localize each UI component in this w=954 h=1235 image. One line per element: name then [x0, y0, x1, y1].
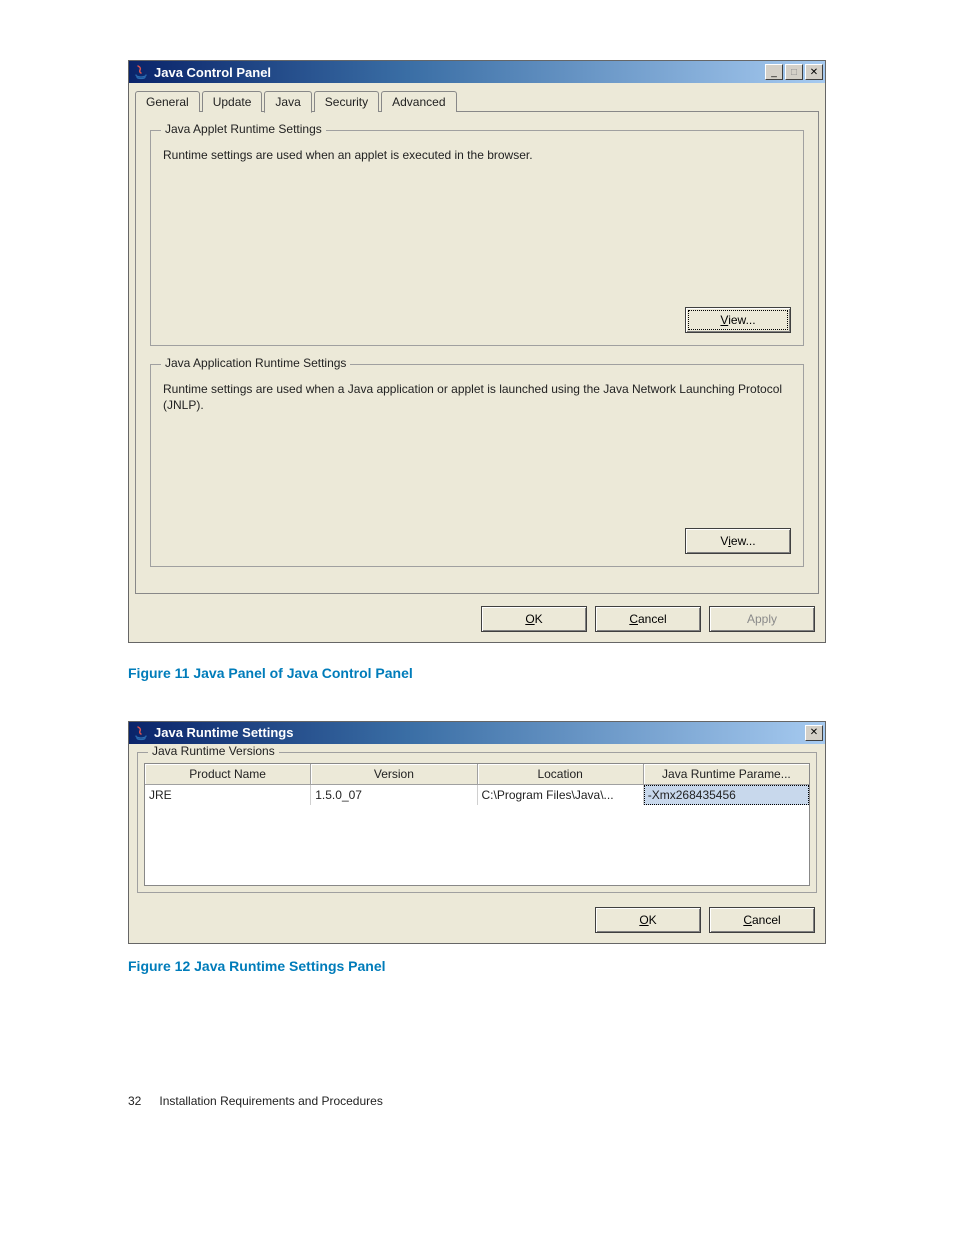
table-row[interactable]: JRE 1.5.0_07 C:\Program Files\Java\... -… [145, 785, 809, 805]
page-number: 32 [128, 1094, 141, 1108]
dialog-buttons: OK Cancel [129, 901, 825, 943]
java-logo-icon [133, 64, 149, 80]
applet-view-button[interactable]: View... [685, 307, 791, 333]
maximize-button[interactable]: □ [785, 64, 803, 80]
section-title: Installation Requirements and Procedures [159, 1094, 382, 1108]
java-logo-icon [133, 725, 149, 741]
col-runtime-params[interactable]: Java Runtime Parame... [644, 764, 809, 785]
runtime-versions-grid[interactable]: Product Name Version Location Java Runti… [144, 763, 810, 886]
apply-button[interactable]: Apply [709, 606, 815, 632]
java-runtime-versions-group: Java Runtime Versions Product Name Versi… [137, 752, 817, 893]
applet-view-label-rest: iew... [728, 313, 755, 327]
close-button[interactable]: ✕ [805, 64, 823, 80]
tab-general[interactable]: General [135, 91, 200, 112]
tab-advanced[interactable]: Advanced [381, 91, 456, 112]
col-product-name[interactable]: Product Name [145, 764, 311, 785]
tab-java[interactable]: Java [264, 91, 311, 113]
applet-group-legend: Java Applet Runtime Settings [161, 122, 326, 136]
cell-params[interactable]: -Xmx268435456 [644, 785, 809, 805]
window-title: Java Runtime Settings [154, 725, 293, 740]
titlebar[interactable]: Java Control Panel _ □ ✕ [129, 61, 825, 83]
app-view-button[interactable]: View... [685, 528, 791, 554]
tab-update[interactable]: Update [202, 91, 263, 112]
grid-empty-area [145, 805, 809, 885]
java-runtime-settings-window: Java Runtime Settings ✕ Java Runtime Ver… [128, 721, 826, 944]
tab-security[interactable]: Security [314, 91, 379, 112]
application-runtime-group: Java Application Runtime Settings Runtim… [150, 364, 804, 566]
minimize-button[interactable]: _ [765, 64, 783, 80]
cancel-button[interactable]: Cancel [595, 606, 701, 632]
col-version[interactable]: Version [311, 764, 477, 785]
window-title: Java Control Panel [154, 65, 271, 80]
ok-button[interactable]: OK [481, 606, 587, 632]
close-button[interactable]: ✕ [805, 725, 823, 741]
app-group-legend: Java Application Runtime Settings [161, 356, 350, 370]
applet-runtime-group: Java Applet Runtime Settings Runtime set… [150, 130, 804, 346]
cell-product[interactable]: JRE [145, 785, 311, 805]
tabs-row: General Update Java Security Advanced [129, 83, 825, 111]
dialog-buttons: OK Cancel Apply [129, 600, 825, 642]
ok-button[interactable]: OK [595, 907, 701, 933]
applet-group-text: Runtime settings are used when an applet… [163, 147, 791, 163]
runtime-versions-legend: Java Runtime Versions [148, 744, 279, 758]
figure-12-caption: Figure 12 Java Runtime Settings Panel [128, 958, 826, 974]
page-footer: 32 Installation Requirements and Procedu… [128, 1094, 826, 1108]
app-group-text: Runtime settings are used when a Java ap… [163, 381, 791, 413]
figure-11-caption: Figure 11 Java Panel of Java Control Pan… [128, 665, 826, 681]
java-control-panel-window: Java Control Panel _ □ ✕ General Update … [128, 60, 826, 643]
titlebar[interactable]: Java Runtime Settings ✕ [129, 722, 825, 744]
java-tab-panel: Java Applet Runtime Settings Runtime set… [135, 111, 819, 594]
cell-version[interactable]: 1.5.0_07 [311, 785, 477, 805]
col-location[interactable]: Location [478, 764, 644, 785]
grid-header: Product Name Version Location Java Runti… [145, 764, 809, 785]
cancel-button[interactable]: Cancel [709, 907, 815, 933]
cell-location[interactable]: C:\Program Files\Java\... [478, 785, 644, 805]
